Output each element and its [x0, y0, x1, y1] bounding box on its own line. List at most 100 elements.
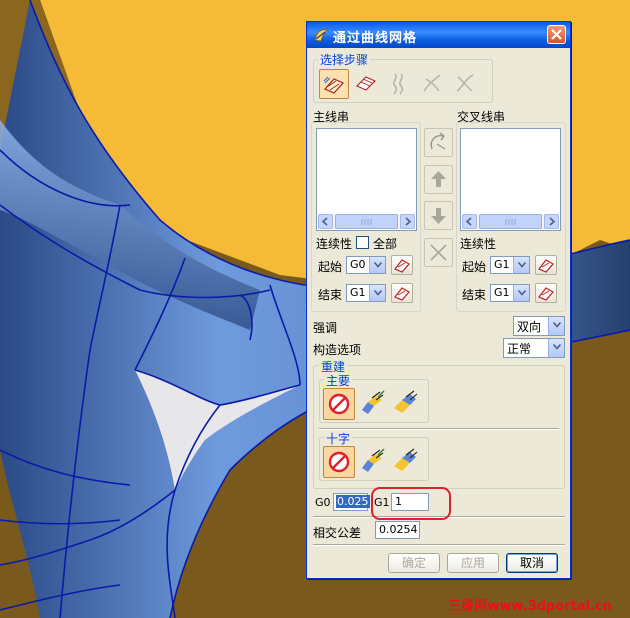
primary-start-value: G0 — [350, 258, 366, 271]
continuity-all-label: 全部 — [373, 237, 398, 251]
arrow-up-icon — [431, 171, 446, 187]
face-curve-icon — [423, 74, 441, 92]
close-button[interactable] — [547, 25, 566, 44]
rebuild-cross-tolerance-button[interactable] — [391, 446, 423, 478]
face-select-icon — [394, 259, 410, 273]
primary-start-select[interactable]: G0 — [346, 256, 386, 274]
cross-end-select[interactable]: G1 — [490, 284, 530, 302]
watermark: 三维网www.3dportal.cn — [448, 599, 612, 614]
construction-select[interactable]: 正常 — [503, 338, 565, 358]
dropdown-arrow — [513, 257, 529, 273]
primary-end-value: G1 — [350, 286, 366, 299]
spine-icon — [393, 73, 404, 95]
cross-start-select[interactable]: G1 — [490, 256, 530, 274]
no-rebuild-icon — [328, 451, 350, 473]
title-bar[interactable]: 通过曲线网格 — [307, 22, 570, 48]
face-curve-icon — [456, 74, 474, 92]
primary-start-label: 起始 — [318, 260, 343, 274]
primary-list-scrollbar[interactable] — [318, 214, 415, 229]
cross-end-label: 结束 — [462, 288, 487, 302]
degree-rebuild-icon — [362, 390, 385, 414]
rebuild-cross-degree-button[interactable] — [358, 446, 390, 478]
cross-start-face-button[interactable] — [535, 255, 557, 275]
scroll-thumb[interactable] — [479, 214, 542, 229]
primary-strings-list[interactable] — [316, 128, 417, 231]
move-down-button[interactable] — [424, 201, 453, 230]
emphasis-select[interactable]: 双向 — [513, 316, 565, 336]
scroll-right-button[interactable] — [400, 214, 415, 229]
chevron-down-icon — [374, 290, 382, 296]
rebuild-primary-tolerance-button[interactable] — [391, 388, 423, 420]
step-primary-curves-button[interactable] — [319, 69, 349, 99]
construction-label: 构造选项 — [313, 343, 362, 357]
g0-tolerance-value: 0.025 — [336, 495, 370, 508]
tolerance-rebuild-icon — [394, 448, 418, 471]
chevron-down-icon — [374, 262, 382, 268]
selection-steps-label: 选择步骤 — [318, 51, 371, 68]
primary-end-select[interactable]: G1 — [346, 284, 386, 302]
arrow-down-icon — [431, 208, 446, 224]
step-spine-button[interactable] — [385, 69, 415, 99]
primary-end-face-button[interactable] — [391, 283, 413, 303]
arrow-right-icon — [405, 217, 412, 226]
rebuild-primary-degree-button[interactable] — [358, 388, 390, 420]
remove-icon — [430, 244, 447, 261]
cross-list-scrollbar[interactable] — [462, 214, 559, 229]
intersect-tolerance-label: 相交公差 — [313, 526, 362, 540]
arrow-left-icon — [321, 217, 328, 226]
close-icon — [551, 29, 562, 40]
ok-button[interactable]: 确定 — [388, 553, 440, 573]
highlight-annotation — [371, 487, 451, 520]
cross-start-value: G1 — [494, 258, 510, 271]
step-first-face-button[interactable] — [418, 69, 448, 99]
cross-end-face-button[interactable] — [535, 283, 557, 303]
rebuild-cross-label: 十字 — [324, 430, 353, 447]
scroll-left-button[interactable] — [462, 214, 477, 229]
scroll-right-button[interactable] — [544, 214, 559, 229]
face-select-icon — [538, 287, 554, 301]
grip-icon — [361, 219, 372, 225]
cancel-button[interactable]: 取消 — [506, 553, 558, 573]
g0-tolerance-input[interactable]: 0.025 — [333, 493, 370, 511]
scroll-thumb[interactable] — [335, 214, 398, 229]
tolerance-rebuild-icon — [394, 390, 418, 413]
cross-start-label: 起始 — [462, 260, 487, 274]
dropdown-arrow — [369, 257, 385, 273]
arrow-left-icon — [465, 217, 472, 226]
grip-icon — [505, 219, 516, 225]
remove-button[interactable] — [424, 238, 453, 267]
continuity-all-checkbox[interactable] — [356, 236, 369, 249]
reverse-direction-button[interactable] — [424, 128, 453, 157]
primary-start-face-button[interactable] — [391, 255, 413, 275]
g0-label: G0 — [315, 496, 331, 509]
cross-strings-list[interactable] — [460, 128, 561, 231]
cross-curves-icon — [356, 76, 376, 91]
intersect-tolerance-value: 0.0254 — [379, 523, 418, 536]
window-title: 通过曲线网格 — [333, 31, 418, 46]
primary-continuity-label: 连续性 — [316, 237, 353, 251]
emphasis-value: 双向 — [517, 320, 542, 334]
face-select-icon — [538, 259, 554, 273]
emphasis-label: 强调 — [313, 321, 338, 335]
scroll-left-button[interactable] — [318, 214, 333, 229]
dropdown-arrow — [548, 339, 564, 357]
intersect-tolerance-input[interactable]: 0.0254 — [375, 521, 420, 539]
rebuild-primary-none-button[interactable] — [323, 388, 355, 420]
chevron-down-icon — [518, 290, 526, 296]
rebuild-cross-none-button[interactable] — [323, 446, 355, 478]
face-select-icon — [394, 287, 410, 301]
rebuild-primary-label: 主要 — [324, 372, 353, 389]
step-last-face-button[interactable] — [451, 69, 481, 99]
primary-curves-icon — [323, 76, 344, 94]
bottom-separator — [313, 544, 565, 546]
chevron-down-icon — [553, 322, 561, 328]
step-cross-curves-button[interactable] — [352, 69, 382, 99]
app-icon — [314, 29, 328, 42]
apply-button[interactable]: 应用 — [447, 553, 499, 573]
no-rebuild-icon — [328, 393, 350, 415]
degree-rebuild-icon — [362, 448, 385, 472]
reverse-icon — [430, 132, 446, 150]
primary-end-label: 结束 — [318, 288, 343, 302]
move-up-button[interactable] — [424, 165, 453, 194]
rebuild-separator — [319, 428, 559, 430]
